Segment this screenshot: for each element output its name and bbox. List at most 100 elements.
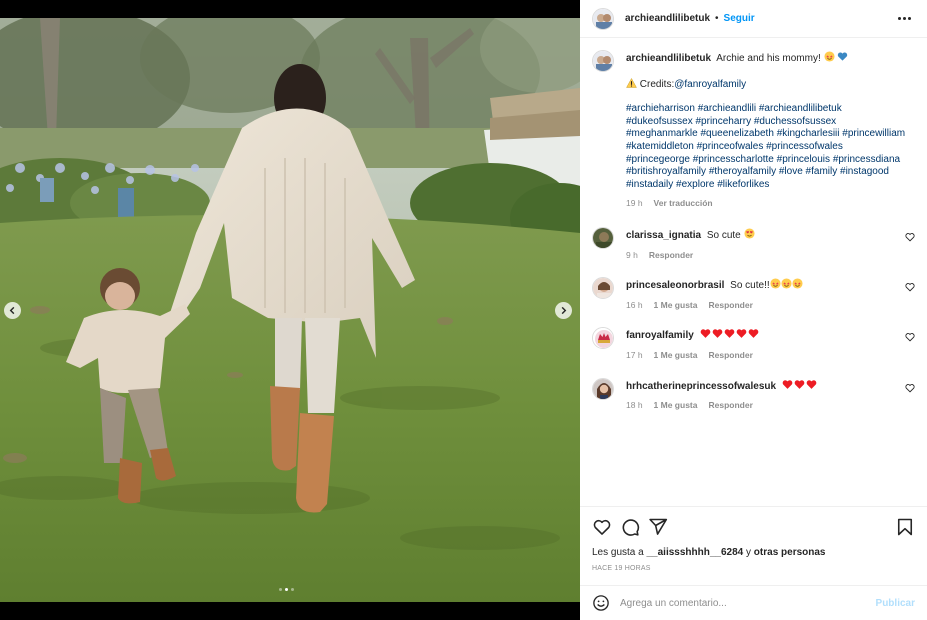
comment-username[interactable]: clarissa_ignatia [626, 230, 701, 241]
more-icon [898, 17, 901, 20]
author-avatar[interactable] [592, 7, 614, 30]
reply-link[interactable]: Responder [708, 349, 752, 362]
hashtag-link[interactable]: #kingcharlesiii [777, 128, 840, 139]
likes-summary: Les gusta a __aiissshhhh__6284 y otras p… [592, 547, 915, 558]
hashtag-link[interactable]: #katemiddleton [626, 141, 694, 152]
chevron-left-icon [9, 306, 15, 315]
post-media [0, 0, 580, 620]
share-icon [649, 518, 668, 535]
comment-likes[interactable]: 1 Me gusta [654, 399, 698, 412]
hashtag-link[interactable]: #archieharrison [626, 103, 695, 114]
carousel-next-button[interactable] [555, 302, 572, 319]
carousel-dot [291, 588, 294, 591]
post-caption: archieandlilibetuk Archie and his mommy!… [592, 50, 915, 210]
more-options-button[interactable] [894, 13, 915, 24]
post-actions: Les gusta a __aiissshhhh__6284 y otras p… [580, 506, 927, 584]
red-heart-emoji-icon [782, 379, 793, 389]
carousel-prev-button[interactable] [4, 302, 21, 319]
hashtag-link[interactable]: #queenelizabeth [701, 128, 774, 139]
comment-username[interactable]: fanroyalfamily [626, 330, 694, 341]
share-button[interactable] [648, 517, 668, 537]
like-comment-heart-icon[interactable] [905, 282, 915, 292]
star-struck-emoji-icon [781, 278, 792, 289]
likes-others[interactable]: otras personas [754, 547, 826, 558]
comment-row: clarissa_ignatia So cute 9 h Responder [592, 226, 915, 262]
credits-label: Credits: [639, 78, 675, 90]
hashtag-link[interactable]: #duchessofsussex [754, 116, 836, 127]
warning-icon [626, 77, 637, 88]
bookmark-icon [897, 518, 913, 536]
add-comment-bar: Publicar [580, 585, 927, 620]
hashtag-link[interactable]: #love [779, 166, 803, 177]
comment-button[interactable] [620, 517, 640, 537]
publish-button[interactable]: Publicar [876, 598, 915, 609]
caption-avatar[interactable] [592, 50, 614, 72]
hashtag-link[interactable]: #likeforlikes [717, 179, 769, 190]
hashtag-link[interactable]: #princegeorge [626, 154, 690, 165]
reply-link[interactable]: Responder [708, 299, 752, 312]
hashtag-link[interactable]: #princesscharlotte [693, 154, 774, 165]
comment-username[interactable]: princesaleonorbrasil [626, 280, 724, 291]
commenter-avatar[interactable] [592, 377, 614, 400]
post-header: archieandlilibetuk • Seguir [580, 0, 927, 38]
hashtag-link[interactable]: #princessofwales [766, 141, 843, 152]
comment-row: princesaleonorbrasil So cute!! 16 h 1 Me… [592, 277, 915, 312]
red-hearts [782, 379, 818, 392]
carousel-dot [279, 588, 282, 591]
likes-prefix: Les gusta a [592, 547, 644, 558]
like-comment-heart-icon[interactable] [905, 232, 915, 242]
hashtag-link[interactable]: #explore [676, 179, 714, 190]
likes-user[interactable]: __aiissshhhh__6284 [647, 547, 744, 558]
red-heart-emoji-icon [724, 329, 734, 339]
commenter-avatar[interactable] [592, 277, 614, 300]
hashtag-link[interactable]: #instagood [840, 166, 889, 177]
comment-likes[interactable]: 1 Me gusta [654, 349, 698, 362]
red-heart-emoji-icon [712, 329, 722, 339]
reply-link[interactable]: Responder [708, 399, 752, 412]
hashtag-link[interactable]: #instadaily [626, 179, 673, 190]
emoji-icon[interactable] [592, 594, 610, 612]
post-panel: archieandlilibetuk • Seguir archieandlil… [580, 0, 927, 620]
follow-button[interactable]: Seguir [724, 13, 755, 24]
hashtag-link[interactable]: #archieandlili [698, 103, 756, 114]
hashtag-link[interactable]: #princeofwales [697, 141, 764, 152]
translate-link[interactable]: Ver traducción [654, 197, 713, 210]
carousel-dots [279, 588, 294, 591]
reply-link[interactable]: Responder [649, 249, 693, 262]
hashtag-link[interactable]: #princeharry [696, 116, 752, 127]
commenter-avatar[interactable] [592, 327, 614, 350]
red-heart-emoji-icon [806, 379, 817, 389]
hashtag-link[interactable]: #family [806, 166, 838, 177]
comment-input[interactable] [620, 597, 876, 609]
comment-likes[interactable]: 1 Me gusta [654, 299, 698, 312]
red-heart-emoji-icon [736, 329, 746, 339]
like-comment-heart-icon[interactable] [905, 383, 915, 393]
hashtag-link[interactable]: #princessdiana [833, 154, 900, 165]
caption-username[interactable]: archieandlilibetuk [626, 53, 711, 64]
likes-middle: y [746, 547, 752, 558]
comment-text: So cute!! [730, 280, 770, 292]
star-struck-emoji-icon [823, 51, 835, 62]
hashtag-link[interactable]: #dukeofsussex [626, 116, 693, 127]
comment-username[interactable]: hrhcatherineprincessofwalesuk [626, 381, 776, 392]
red-heart-emoji-icon [794, 379, 805, 389]
commenter-avatar[interactable] [592, 226, 614, 249]
save-button[interactable] [895, 517, 915, 537]
comment-icon [622, 519, 640, 536]
like-comment-heart-icon[interactable] [905, 332, 915, 342]
post-photo[interactable] [0, 18, 580, 602]
red-heart-emoji-icon [700, 329, 710, 339]
blue-heart-emoji-icon [838, 52, 848, 61]
author-username[interactable]: archieandlilibetuk [625, 13, 710, 24]
hashtag-link[interactable]: #theroyalfamily [709, 166, 776, 177]
hashtag-link[interactable]: #meghanmarkle [626, 128, 698, 139]
hashtag-link[interactable]: #britishroyalfamily [626, 166, 706, 177]
like-button[interactable] [592, 517, 612, 537]
hashtags: #archieharrison #archieandlili #archiean… [626, 103, 906, 191]
hashtag-link[interactable]: #archieandlilibetuk [759, 103, 842, 114]
star-struck-emoji-icon [770, 278, 781, 289]
credits-handle-link[interactable]: @fanroyalfamily [674, 79, 746, 90]
comment-row: hrhcatherineprincessofwalesuk 18 h 1 Me … [592, 377, 915, 412]
hashtag-link[interactable]: #princelouis [777, 154, 830, 165]
hashtag-link[interactable]: #princewilliam [842, 128, 905, 139]
